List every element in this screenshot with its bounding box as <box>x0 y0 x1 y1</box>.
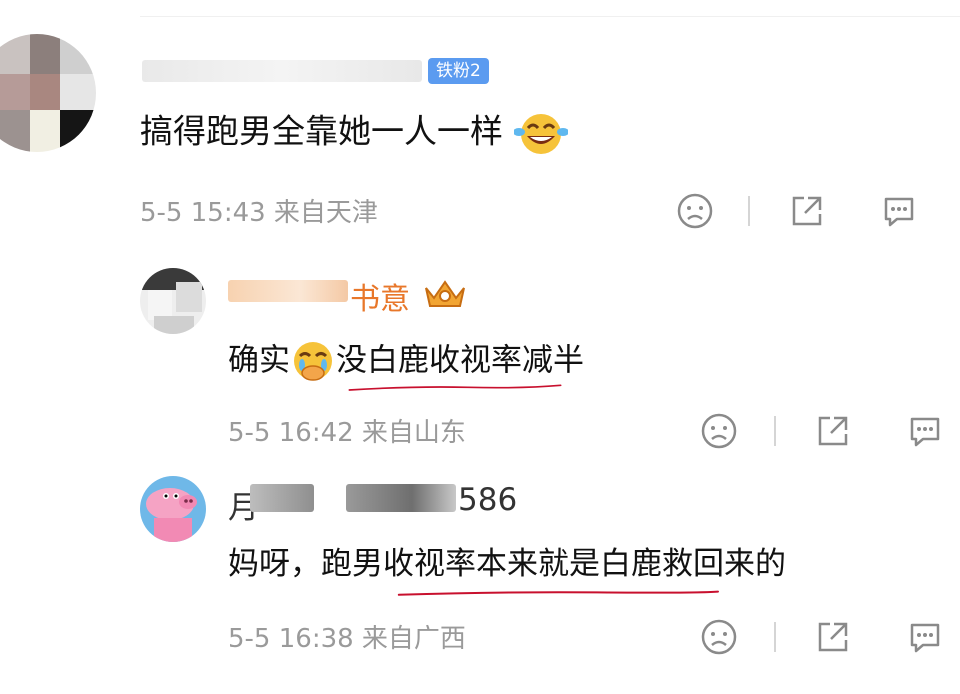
reply2-avatar[interactable] <box>140 476 206 542</box>
reply2-username-blurred[interactable] <box>346 484 456 512</box>
icon-separator <box>774 622 776 652</box>
crown-badge-icon <box>425 280 465 307</box>
reply2-text: 妈呀，跑男收视率本来就是白鹿救回来的 <box>228 546 786 582</box>
user-avatar[interactable] <box>0 34 96 152</box>
comment-meta: 5-5 15:43 来自天津 <box>140 198 378 228</box>
icon-separator <box>774 416 776 446</box>
comment-body: 搞得跑男全靠她一人一样 <box>140 111 503 151</box>
top-divider <box>140 16 960 17</box>
laugh-cry-emoji <box>513 114 568 154</box>
share-icon[interactable] <box>788 192 826 230</box>
reply2-username-suffix[interactable]: 586 <box>458 482 517 518</box>
icon-separator <box>748 196 750 226</box>
comment-icon[interactable] <box>906 618 944 656</box>
reply2-meta: 5-5 16:38 来自广西 <box>228 624 466 654</box>
reply1-text-before: 确实 <box>228 342 290 379</box>
share-icon[interactable] <box>814 412 852 450</box>
reply1-meta: 5-5 16:42 来自山东 <box>228 418 466 448</box>
dislike-face-icon[interactable] <box>700 618 738 656</box>
dislike-face-icon[interactable] <box>676 192 714 230</box>
reply1-text: 确实 没白鹿收视率减半 <box>228 340 584 384</box>
dislike-face-icon[interactable] <box>700 412 738 450</box>
reply2-username-blurred[interactable] <box>250 484 314 512</box>
fan-level-badge: 铁粉2 <box>428 58 489 84</box>
reply1-text-after: 没白鹿收视率减半 <box>336 342 584 379</box>
crying-covering-mouth-emoji <box>294 342 332 381</box>
reply1-username-blurred[interactable] <box>228 280 348 302</box>
red-underline-2 <box>397 590 719 596</box>
red-underline-1 <box>348 384 562 391</box>
comment-icon[interactable] <box>880 192 918 230</box>
share-icon[interactable] <box>814 618 852 656</box>
reply1-avatar[interactable] <box>140 268 206 334</box>
reply1-username[interactable]: 书意 <box>350 274 410 318</box>
username-blurred[interactable] <box>142 60 422 82</box>
comment-text: 搞得跑男全靠她一人一样 <box>140 110 568 156</box>
comment-icon[interactable] <box>906 412 944 450</box>
